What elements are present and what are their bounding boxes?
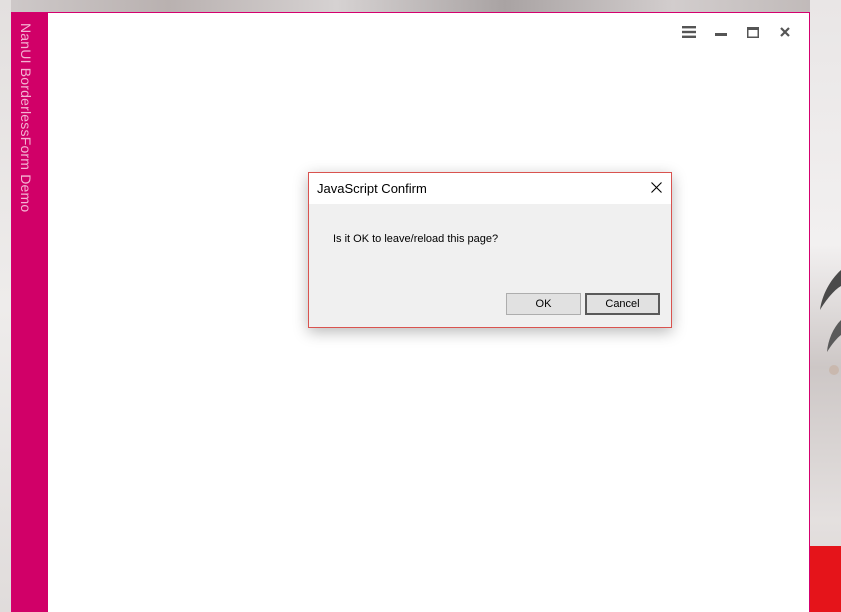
window-controls [673,23,801,41]
minimize-button[interactable] [705,23,737,41]
close-button[interactable] [769,23,801,41]
desktop-background-top [0,0,841,12]
close-icon [650,180,662,198]
desktop-plant-decoration [818,260,841,380]
maximize-button[interactable] [737,23,769,41]
ok-button[interactable]: OK [506,293,581,315]
close-icon [780,27,790,37]
window-sidebar[interactable]: NanUI BorderlessForm Demo [12,13,48,612]
menu-button[interactable] [673,23,705,41]
dialog-message: Is it OK to leave/reload this page? [333,233,499,245]
desktop-background-left [0,0,11,612]
dialog-close-button[interactable] [641,173,671,204]
confirm-dialog: JavaScript Confirm Is it OK to leave/rel… [308,172,672,328]
dialog-titlebar[interactable]: JavaScript Confirm [309,173,671,204]
desktop-background-red-block [810,546,841,612]
cancel-button[interactable]: Cancel [585,293,660,315]
window-title: NanUI BorderlessForm Demo [18,23,34,213]
dialog-title: JavaScript Confirm [317,181,427,196]
minimize-icon [715,26,727,38]
maximize-icon [747,26,759,38]
hamburger-icon [682,26,696,38]
